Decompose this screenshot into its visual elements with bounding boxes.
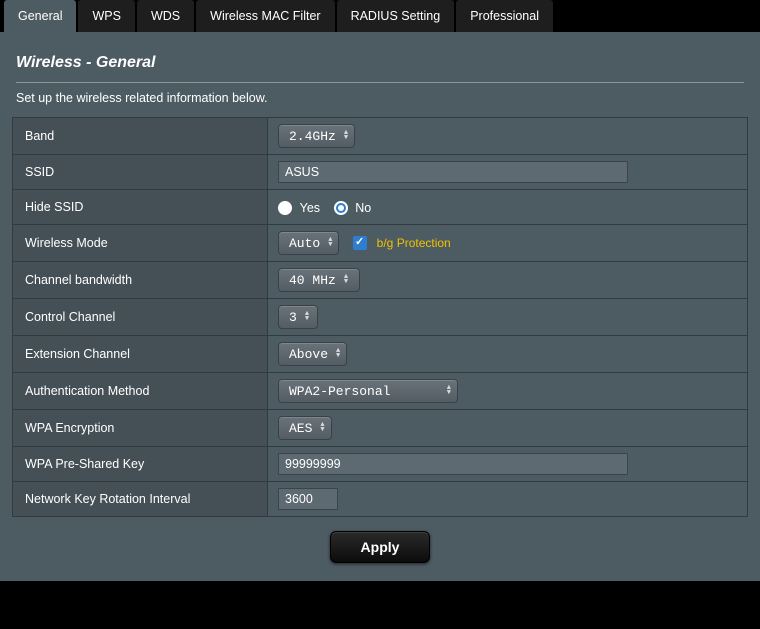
apply-row: Apply (12, 531, 748, 563)
tab-radius[interactable]: RADIUS Setting (337, 0, 455, 32)
page-description: Set up the wireless related information … (16, 91, 744, 105)
settings-table: Band 2.4GHz ▲▼ SSID Hide SSID Yes No (12, 117, 748, 517)
chevron-updown-icon: ▲▼ (344, 131, 348, 141)
tab-wds[interactable]: WDS (137, 0, 194, 32)
label-extension-channel: Extension Channel (13, 336, 268, 373)
label-auth-method: Authentication Method (13, 373, 268, 410)
chevron-updown-icon: ▲▼ (447, 386, 451, 396)
radio-hide-ssid-no[interactable] (334, 201, 348, 215)
select-control-channel[interactable]: 3 ▲▼ (278, 305, 318, 329)
chevron-updown-icon: ▲▼ (320, 423, 324, 433)
radio-label-no: No (355, 201, 371, 215)
tabbar: General WPS WDS Wireless MAC Filter RADI… (0, 0, 760, 32)
tab-mac-filter[interactable]: Wireless MAC Filter (196, 0, 334, 32)
radio-label-yes: Yes (300, 201, 320, 215)
chevron-updown-icon: ▲▼ (344, 275, 348, 285)
label-band: Band (13, 118, 268, 155)
select-wpa-encryption-value: AES (289, 421, 312, 436)
label-ssid: SSID (13, 155, 268, 190)
select-wpa-encryption[interactable]: AES ▲▼ (278, 416, 332, 440)
label-control-channel: Control Channel (13, 299, 268, 336)
select-channel-bandwidth-value: 40 MHz (289, 273, 336, 288)
divider (16, 82, 744, 83)
select-extension-channel-value: Above (289, 347, 328, 362)
select-wireless-mode-value: Auto (289, 236, 320, 251)
input-psk[interactable] (278, 453, 628, 475)
label-rekey-interval: Network Key Rotation Interval (13, 482, 268, 517)
label-bg-protection: b/g Protection (377, 236, 451, 250)
tab-wps[interactable]: WPS (78, 0, 134, 32)
panel: Wireless - General Set up the wireless r… (0, 32, 760, 581)
chevron-updown-icon: ▲▼ (336, 349, 340, 359)
select-wireless-mode[interactable]: Auto ▲▼ (278, 231, 339, 255)
select-channel-bandwidth[interactable]: 40 MHz ▲▼ (278, 268, 360, 292)
checkbox-bg-protection[interactable] (353, 236, 367, 250)
label-channel-bandwidth: Channel bandwidth (13, 262, 268, 299)
radio-hide-ssid-yes[interactable] (278, 201, 292, 215)
input-ssid[interactable] (278, 161, 628, 183)
tab-professional[interactable]: Professional (456, 0, 553, 32)
label-psk: WPA Pre-Shared Key (13, 447, 268, 482)
apply-button[interactable]: Apply (330, 531, 431, 563)
chevron-updown-icon: ▲▼ (328, 238, 332, 248)
tab-general[interactable]: General (4, 0, 76, 32)
chevron-updown-icon: ▲▼ (305, 312, 309, 322)
label-wireless-mode: Wireless Mode (13, 225, 268, 262)
input-rekey-interval[interactable] (278, 488, 338, 510)
select-auth-method-value: WPA2-Personal (289, 384, 390, 399)
select-band-value: 2.4GHz (289, 129, 336, 144)
page-title: Wireless - General (16, 54, 744, 72)
select-extension-channel[interactable]: Above ▲▼ (278, 342, 347, 366)
select-control-channel-value: 3 (289, 310, 297, 325)
select-auth-method[interactable]: WPA2-Personal ▲▼ (278, 379, 458, 403)
label-hide-ssid: Hide SSID (13, 190, 268, 225)
label-wpa-encryption: WPA Encryption (13, 410, 268, 447)
select-band[interactable]: 2.4GHz ▲▼ (278, 124, 355, 148)
